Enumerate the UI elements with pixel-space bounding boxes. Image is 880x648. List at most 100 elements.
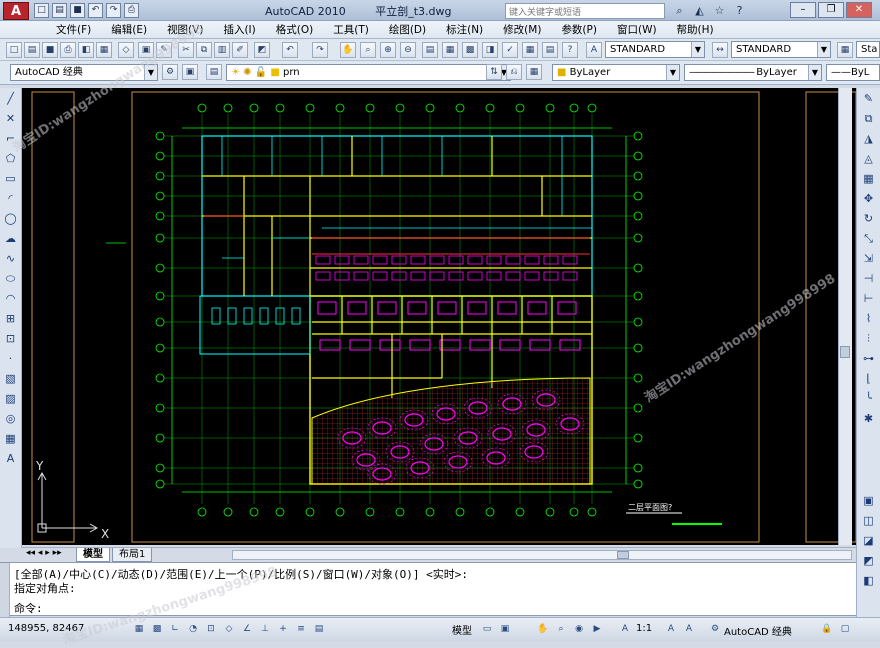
make-block-icon[interactable]: ⊡ xyxy=(2,330,20,348)
horizontal-scroll-thumb[interactable] xyxy=(617,551,629,559)
pan-status-icon[interactable]: ✋ xyxy=(536,622,550,636)
scale-icon[interactable]: ⤡ xyxy=(860,230,878,248)
rectangle-icon[interactable]: ▭ xyxy=(2,170,20,188)
command-prompt[interactable]: 命令: xyxy=(14,600,43,616)
menu-edit[interactable]: 编辑(E) xyxy=(101,22,157,37)
send-to-back-icon[interactable]: ◪ xyxy=(860,532,878,550)
workspace-settings-icon[interactable]: ⚙ xyxy=(162,64,178,80)
multiline-text-icon[interactable]: A xyxy=(2,450,20,468)
linetype-select[interactable]: ———————— ByLayer ▼ xyxy=(684,64,822,81)
line-icon[interactable]: ╱ xyxy=(2,90,20,108)
markup-icon[interactable]: ✎ xyxy=(156,42,172,58)
open-file-icon[interactable]: ▤ xyxy=(52,3,67,18)
annotation-scale-icon[interactable]: A xyxy=(618,622,632,636)
table-icon[interactable]: ▦ xyxy=(2,430,20,448)
vertical-scrollbar[interactable] xyxy=(838,88,852,545)
snap-icon[interactable]: ▦ xyxy=(132,622,146,636)
stretch-icon[interactable]: ⇲ xyxy=(860,250,878,268)
print-icon[interactable]: ⎙ xyxy=(124,3,139,18)
cut-icon[interactable]: ✂ xyxy=(178,42,194,58)
layer-states-icon[interactable]: ▦ xyxy=(526,64,542,80)
command-window[interactable]: [全部(A)/中心(C)/动态(D)/范围(E)/上一个(P)/比例(S)/窗口… xyxy=(0,562,856,617)
menu-window[interactable]: 窗口(W) xyxy=(607,22,667,37)
gradient-icon[interactable]: ▨ xyxy=(2,390,20,408)
bring-above-icon[interactable]: ◩ xyxy=(860,552,878,570)
draw-order-icon[interactable]: ▣ xyxy=(860,492,878,510)
make-current-layer-icon[interactable]: ⇅ xyxy=(486,64,502,80)
autocad-logo-icon[interactable]: A xyxy=(3,2,29,20)
help-icon[interactable]: ? xyxy=(562,42,578,58)
quick-properties-icon[interactable]: ▤ xyxy=(312,622,326,636)
pan-icon[interactable]: ✋ xyxy=(340,42,356,58)
layer-select[interactable]: ☀ ✺ 🔓 ■ prn ▼ xyxy=(226,64,511,81)
annotation-visibility-icon[interactable]: A xyxy=(664,622,678,636)
workspace-switching-icon[interactable]: ⚙ xyxy=(708,622,722,636)
polygon-icon[interactable]: ⬠ xyxy=(2,150,20,168)
ortho-icon[interactable]: ∟ xyxy=(168,622,182,636)
revision-cloud-icon[interactable]: ☁ xyxy=(2,230,20,248)
ducs-icon[interactable]: ⊥ xyxy=(258,622,272,636)
new-file-icon[interactable]: □ xyxy=(34,3,49,18)
ellipse-icon[interactable]: ⬭ xyxy=(2,270,20,288)
color-select[interactable]: ■ ByLayer ▼ xyxy=(552,64,680,81)
block-editor-icon[interactable]: ◩ xyxy=(254,42,270,58)
move-icon[interactable]: ✥ xyxy=(860,190,878,208)
command-window-grip[interactable] xyxy=(0,563,10,617)
communication-center-icon[interactable]: ◭ xyxy=(692,3,707,18)
favorites-star-icon[interactable]: ☆ xyxy=(712,3,727,18)
save-icon[interactable]: ■ xyxy=(70,3,85,18)
text-style-icon[interactable]: A xyxy=(586,42,602,58)
design-center-icon[interactable]: ▦ xyxy=(442,42,458,58)
construction-line-icon[interactable]: ✕ xyxy=(2,110,20,128)
chamfer-icon[interactable]: ⌊ xyxy=(860,370,878,388)
menu-tools[interactable]: 工具(T) xyxy=(323,22,379,37)
showmotion-icon[interactable]: ▶ xyxy=(590,622,604,636)
menu-dimension[interactable]: 标注(N) xyxy=(436,22,493,37)
menu-parametric[interactable]: 参数(P) xyxy=(551,22,607,37)
trim-icon[interactable]: ⊣ xyxy=(860,270,878,288)
otrack-icon[interactable]: ∠ xyxy=(240,622,254,636)
undo-icon[interactable]: ↶ xyxy=(282,42,298,58)
fillet-icon[interactable]: ╰ xyxy=(860,390,878,408)
menu-help[interactable]: 帮助(H) xyxy=(667,22,724,37)
undo-icon[interactable]: ↶ xyxy=(88,3,103,18)
copy-object-icon[interactable]: ⧉ xyxy=(860,110,878,128)
region-icon[interactable]: ◎ xyxy=(2,410,20,428)
auto-scale-icon[interactable]: A xyxy=(682,622,696,636)
minimize-icon[interactable]: – xyxy=(790,2,816,18)
workspace-icon[interactable]: ▣ xyxy=(182,64,198,80)
menu-draw[interactable]: 绘图(D) xyxy=(379,22,436,37)
vertical-scroll-thumb[interactable] xyxy=(840,346,850,358)
new-icon[interactable]: □ xyxy=(6,42,22,58)
tool-palettes-icon[interactable]: ▩ xyxy=(462,42,478,58)
extend-icon[interactable]: ⊢ xyxy=(860,290,878,308)
tab-model[interactable]: 模型 xyxy=(76,548,110,562)
lineweight-select[interactable]: ——ByL xyxy=(826,64,880,81)
text-style-select[interactable]: STANDARD ▼ xyxy=(605,41,705,58)
rotate-icon[interactable]: ↻ xyxy=(860,210,878,228)
arc-icon[interactable]: ◜ xyxy=(2,190,20,208)
calculator-icon[interactable]: ▤ xyxy=(542,42,558,58)
dyn-icon[interactable]: + xyxy=(276,622,290,636)
osnap-icon[interactable]: ⊡ xyxy=(204,622,218,636)
properties-icon[interactable]: ▤ xyxy=(422,42,438,58)
lineweight-icon[interactable]: ≡ xyxy=(294,622,308,636)
model-space-label[interactable]: 模型 xyxy=(452,622,472,637)
polyline-icon[interactable]: ⌐ xyxy=(2,130,20,148)
tab-layout1[interactable]: 布局1 xyxy=(112,548,153,562)
binoculars-icon[interactable]: ⌕ xyxy=(672,3,687,18)
quickcalc-icon[interactable]: ▦ xyxy=(522,42,538,58)
hatch-icon[interactable]: ▧ xyxy=(2,370,20,388)
drawing-canvas[interactable]: 二层平面图? Y X xyxy=(22,88,857,545)
workspace-select[interactable]: AutoCAD 经典 ▼ xyxy=(10,64,158,81)
open-icon[interactable]: ▤ xyxy=(24,42,40,58)
point-icon[interactable]: · xyxy=(2,350,20,368)
sheet-set-manager-icon[interactable]: ◨ xyxy=(482,42,498,58)
quick-view-layouts-icon[interactable]: ▭ xyxy=(480,622,494,636)
menu-format[interactable]: 格式(O) xyxy=(266,22,323,37)
break-point-icon[interactable]: ⌇ xyxy=(860,310,878,328)
plot-preview-icon[interactable]: ◧ xyxy=(78,42,94,58)
annotation-scale-value[interactable]: 1:1 xyxy=(636,623,652,634)
spline-icon[interactable]: ∿ xyxy=(2,250,20,268)
steeringwheel-icon[interactable]: ◉ xyxy=(572,622,586,636)
